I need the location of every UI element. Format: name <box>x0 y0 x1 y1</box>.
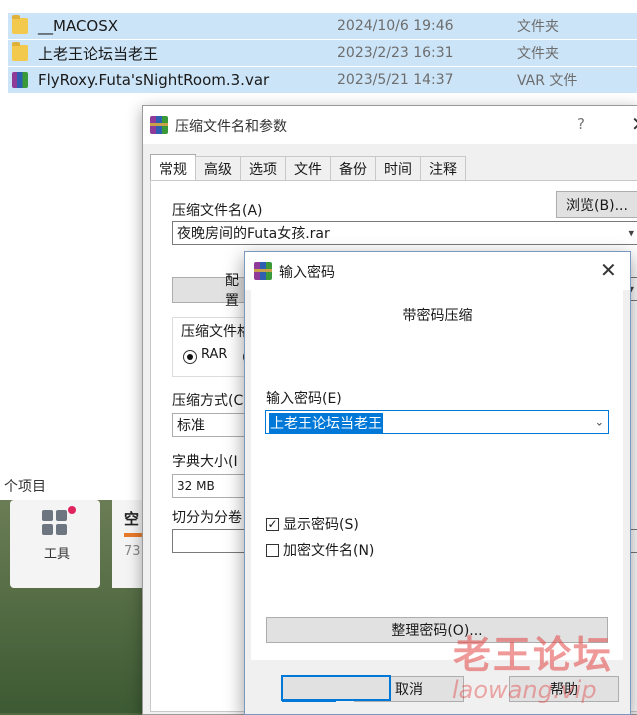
folder-icon <box>12 15 28 34</box>
tab-general[interactable]: 常规 <box>150 154 196 182</box>
storage-title: 空 <box>124 510 140 528</box>
file-date: 2024/10/6 19:46 <box>337 18 454 34</box>
storage-number: 73 <box>124 544 141 559</box>
file-date: 2023/5/21 14:37 <box>337 72 454 88</box>
tab-bar: 常规 高级 选项 文件 备份 时间 注释 <box>150 154 466 182</box>
archive-name-label: 压缩文件名(A) <box>172 203 263 219</box>
split-volumes-input[interactable] <box>172 529 252 553</box>
file-type: 文件夹 <box>517 19 559 35</box>
dictionary-size-select[interactable]: 32 MB <box>172 474 252 498</box>
archive-dialog-title: 压缩文件名和参数 <box>175 119 287 135</box>
encrypt-filenames-label: 加密文件名(N) <box>283 543 375 559</box>
file-date: 2023/2/23 16:31 <box>337 45 454 61</box>
tools-icon <box>42 510 68 536</box>
var-file-icon <box>12 72 28 88</box>
rar-radio[interactable] <box>183 350 197 364</box>
compression-method-label: 压缩方式(C <box>172 393 244 409</box>
file-type: VAR 文件 <box>517 73 578 89</box>
tab-options[interactable]: 选项 <box>240 156 286 181</box>
file-name: 上老王论坛当老王 <box>38 44 159 63</box>
file-name: FlyRoxy.Futa'sNightRoom.3.var <box>38 71 270 89</box>
encrypt-filenames-checkbox[interactable] <box>266 543 279 557</box>
rar-radio-label: RAR <box>201 347 228 362</box>
archive-name-value: 夜晚房间的Futa女孩.rar <box>177 226 330 242</box>
file-row-folder[interactable]: 上老王论坛当老王 2023/2/23 16:31 文件夹 <box>8 40 637 66</box>
tools-label: 工具 <box>44 547 71 562</box>
archive-format-label: 压缩文件格 <box>181 321 251 341</box>
password-titlebar: 输入密码 ✕ <box>245 252 630 290</box>
file-type: 文件夹 <box>517 46 559 62</box>
watermark-text: 老王论坛 <box>453 633 614 677</box>
dictionary-size-label: 字典大小(I <box>172 454 238 470</box>
encrypt-filenames-option[interactable]: 加密文件名(N) <box>266 540 374 560</box>
show-password-option[interactable]: ✓ 显示密码(S) <box>266 514 359 534</box>
chevron-down-icon[interactable]: ▾ <box>628 227 634 240</box>
close-icon[interactable]: ✕ <box>631 114 637 134</box>
archive-titlebar: 压缩文件名和参数 ? ✕ <box>143 106 637 144</box>
section-title: 带密码压缩 <box>402 308 473 324</box>
split-volumes-label: 切分为分卷 <box>172 510 242 526</box>
winrar-icon <box>150 116 168 134</box>
password-value: 上老王论坛当老王 <box>269 413 383 433</box>
compression-method-select[interactable]: 标准 <box>172 413 252 437</box>
notification-badge <box>68 506 76 514</box>
show-password-label: 显示密码(S) <box>283 517 359 533</box>
password-input[interactable]: 上老王论坛当老王 ⌄ <box>265 410 609 434</box>
tab-backup[interactable]: 备份 <box>330 156 376 181</box>
show-password-checkbox[interactable]: ✓ <box>266 517 279 531</box>
close-icon[interactable]: ✕ <box>600 260 617 280</box>
dictionary-size-value: 32 MB <box>177 479 215 493</box>
tab-advanced[interactable]: 高级 <box>195 156 241 181</box>
file-row-var[interactable]: FlyRoxy.Futa'sNightRoom.3.var 2023/5/21 … <box>8 67 637 93</box>
file-name: __MACOSX <box>38 17 119 35</box>
folder-icon <box>12 42 28 61</box>
status-item-count: 个项目 <box>4 479 46 495</box>
browse-button[interactable]: 浏览(B)... <box>556 191 637 218</box>
enter-password-label: 输入密码(E) <box>266 391 342 407</box>
tab-comment[interactable]: 注释 <box>420 156 466 181</box>
compression-method-value: 标准 <box>177 418 205 434</box>
ok-button-frame[interactable] <box>281 675 391 701</box>
file-row-macosx[interactable]: __MACOSX 2024/10/6 19:46 文件夹 <box>8 13 637 39</box>
watermark-url: laowang.vip <box>452 676 597 704</box>
tab-files[interactable]: 文件 <box>285 156 331 181</box>
tab-time[interactable]: 时间 <box>375 156 421 181</box>
storage-bar <box>124 533 144 537</box>
chevron-down-icon[interactable]: ⌄ <box>595 416 604 429</box>
profiles-button[interactable]: 配置 <box>172 273 252 309</box>
archive-name-input[interactable]: 夜晚房间的Futa女孩.rar ▾ <box>172 221 637 245</box>
help-icon[interactable]: ? <box>577 115 585 133</box>
winrar-icon <box>254 262 272 280</box>
password-body <box>251 290 623 660</box>
password-dialog-title: 输入密码 <box>279 265 335 281</box>
